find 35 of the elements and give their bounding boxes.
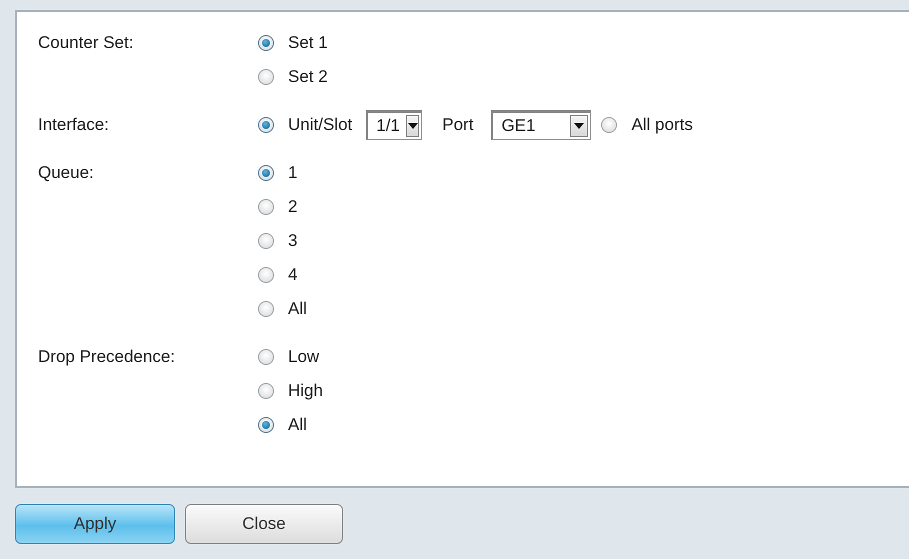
radio-button[interactable] bbox=[258, 417, 274, 433]
radio-button[interactable] bbox=[601, 117, 618, 133]
radio-button[interactable] bbox=[258, 349, 274, 365]
option-label: All ports bbox=[631, 115, 693, 135]
port-label: Port bbox=[442, 115, 474, 135]
close-button[interactable]: Close bbox=[185, 504, 343, 544]
option-label: All bbox=[288, 415, 307, 435]
radio-button[interactable] bbox=[258, 35, 274, 51]
radio-button[interactable] bbox=[258, 199, 274, 215]
option-label: Set 2 bbox=[288, 67, 328, 87]
option-label: Low bbox=[288, 347, 320, 367]
radio-button[interactable] bbox=[258, 117, 274, 133]
dropdown[interactable]: GE1 bbox=[491, 110, 592, 140]
caret-icon bbox=[408, 123, 418, 129]
option-label: 4 bbox=[288, 265, 298, 285]
apply-button[interactable]: Apply bbox=[15, 504, 175, 544]
option-label: Set 1 bbox=[288, 33, 328, 53]
caret-icon bbox=[574, 123, 584, 129]
dropdown[interactable]: 1/1 bbox=[366, 110, 422, 140]
option-label: All bbox=[288, 299, 307, 319]
field-label: Drop Precedence: bbox=[38, 346, 176, 368]
option-label: 2 bbox=[288, 197, 298, 217]
radio-button[interactable] bbox=[258, 267, 274, 283]
field-label: Counter Set: bbox=[38, 32, 134, 54]
radio-button[interactable] bbox=[258, 383, 274, 399]
option-label: High bbox=[288, 381, 323, 401]
field-label: Queue: bbox=[38, 162, 95, 184]
field-label: Interface: bbox=[38, 114, 110, 136]
option-label: 1 bbox=[288, 163, 298, 183]
radio-button[interactable] bbox=[258, 301, 274, 317]
radio-button[interactable] bbox=[258, 69, 274, 85]
radio-button[interactable] bbox=[258, 165, 274, 181]
option-label: 3 bbox=[288, 231, 298, 251]
option-label: Unit/Slot bbox=[288, 115, 352, 135]
radio-button[interactable] bbox=[258, 233, 274, 249]
